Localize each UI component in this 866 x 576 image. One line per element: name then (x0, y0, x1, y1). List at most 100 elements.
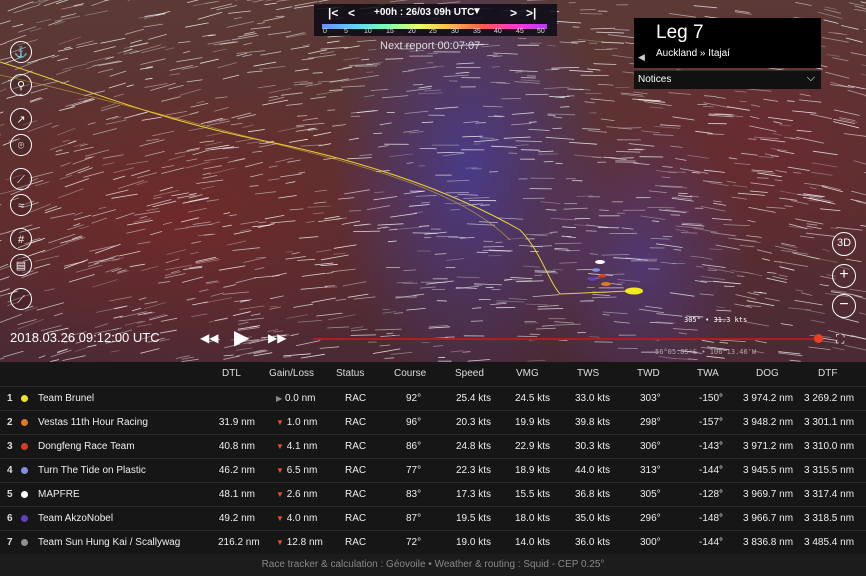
gain-loss-cell: ▼ 1.0 nm (276, 411, 317, 435)
boat-team-brunel[interactable] (625, 287, 643, 295)
ruler-icon[interactable]: ▤ (10, 254, 32, 276)
table-row[interactable]: 5 MAPFRE 48.1 nm ▼ 2.6 nm RAC 83° 17.3 kts 15.5… (0, 482, 866, 507)
rank-cell: 4 (7, 465, 13, 476)
team-name-cell[interactable]: Dongfeng Race Team (38, 435, 135, 459)
table-row[interactable]: 3 Dongfeng Race Team 40.8 nm ▼ 4.1 nm RAC 86°… (0, 434, 866, 459)
gain-loss-cell: ▶ 0.0 nm (276, 387, 316, 411)
team-name-cell[interactable]: Team Sun Hung Kai / Scallywag (38, 531, 180, 555)
tws-cell: 39.8 kts (575, 417, 611, 428)
boat-list-icon[interactable]: ⚓ (10, 41, 32, 63)
marker-icon[interactable]: ⌾ (10, 134, 32, 156)
twd-cell: 305° (640, 489, 661, 500)
col-tws[interactable]: TWS (577, 362, 599, 386)
dtl-cell: 40.8 nm (218, 441, 255, 452)
arrow-down-icon: ▼ (276, 466, 284, 475)
route-icon[interactable]: ↗ (10, 108, 32, 130)
tws-cell: 36.0 kts (575, 537, 611, 548)
table-row[interactable]: 1 Team Brunel ▶ 0.0 nm RAC 92° 25.4 kts 24.5 k… (0, 386, 866, 411)
team-name-cell[interactable]: Team Brunel (38, 387, 94, 411)
time-dropdown-icon[interactable]: ▼ (472, 6, 482, 17)
jump-start-icon[interactable]: |< (328, 6, 338, 20)
boat-mapfre[interactable] (595, 260, 605, 264)
progress-knob[interactable] (814, 334, 823, 343)
boat-akzonobel[interactable] (588, 277, 596, 281)
step-forward-icon[interactable]: > (510, 6, 517, 20)
course-cell: 72° (406, 537, 422, 548)
rewind-button[interactable]: ◀◀ (200, 331, 218, 345)
col-twa[interactable]: TWA (697, 362, 719, 386)
ranking-table: DTL Gain/Loss Status Course Speed VMG TW… (0, 362, 866, 554)
twd-cell: 298° (640, 417, 661, 428)
boat-turn-the-tide[interactable] (592, 268, 600, 272)
speed-cell: 20.3 kts (456, 417, 492, 428)
boat-vestas[interactable] (601, 282, 611, 286)
dtf-cell: 3 315.5 nm (804, 465, 855, 476)
grid-icon[interactable]: # (10, 228, 32, 250)
twa-cell: -143° (699, 441, 724, 452)
wind-layer-icon[interactable]: ≈ (10, 194, 32, 216)
col-dtf[interactable]: DTF (818, 362, 837, 386)
step-back-icon[interactable]: < (348, 6, 355, 20)
stats-chart-icon[interactable]: ⟋ (10, 288, 32, 310)
team-color-dot (21, 443, 28, 450)
table-row[interactable]: 2 Vestas 11th Hour Racing 31.9 nm ▼ 1.0 nm R… (0, 410, 866, 435)
vmg-cell: 19.9 kts (515, 417, 551, 428)
dtf-cell: 3 485.4 nm (804, 537, 855, 548)
col-vmg[interactable]: VMG (516, 362, 539, 386)
gain-loss-value: 6.5 nm (286, 465, 318, 476)
play-button[interactable]: ▶ (234, 325, 249, 350)
team-name-cell[interactable]: Team AkzoNobel (38, 507, 113, 531)
vmg-cell: 15.5 kts (515, 489, 551, 500)
col-twd[interactable]: TWD (637, 362, 660, 386)
col-course[interactable]: Course (394, 362, 426, 386)
zoom-in-button[interactable]: + (832, 264, 856, 288)
team-name-cell[interactable]: MAPFRE (38, 483, 80, 507)
team-name-cell[interactable]: Vestas 11th Hour Racing (38, 411, 148, 435)
prev-leg-icon[interactable]: ◀ (638, 52, 645, 63)
replay-progress-slider[interactable] (313, 334, 823, 343)
team-color-dot (21, 395, 28, 402)
vmg-cell: 24.5 kts (515, 393, 551, 404)
col-speed[interactable]: Speed (455, 362, 484, 386)
zoom-out-button[interactable]: − (832, 294, 856, 318)
twa-cell: -150° (699, 393, 724, 404)
gain-loss-value: 2.6 nm (286, 489, 318, 500)
jump-end-icon[interactable]: >| (526, 6, 536, 20)
leg-panel: Leg 7 ◀ Auckland » Itajaí (634, 18, 821, 68)
course-cell: 87° (406, 513, 422, 524)
team-color-dot (21, 539, 28, 546)
course-cell: 92° (406, 393, 422, 404)
speed-cell: 17.3 kts (456, 489, 492, 500)
gain-loss-value: 0.0 nm (284, 393, 316, 404)
link-icon[interactable]: ⚲ (10, 74, 32, 96)
boat-dongfeng[interactable] (598, 274, 606, 278)
gain-loss-value: 1.0 nm (286, 417, 318, 428)
dtf-cell: 3 269.2 nm (804, 393, 855, 404)
fast-forward-button[interactable]: ▶▶ (268, 331, 286, 345)
col-status[interactable]: Status (336, 362, 364, 386)
view-3d-button[interactable]: 3D (832, 232, 856, 256)
gain-loss-value: 4.0 nm (286, 513, 318, 524)
arrow-right-icon: ▶ (276, 394, 283, 403)
dtl-cell (218, 387, 255, 411)
gain-loss-value: 4.1 nm (286, 441, 318, 452)
dog-cell: 3 971.2 nm (743, 441, 794, 452)
col-dog[interactable]: DOG (756, 362, 779, 386)
status-cell: RAC (345, 417, 367, 428)
dog-cell: 3 966.7 nm (743, 513, 794, 524)
notices-dropdown[interactable]: Notices ⌵ (634, 70, 821, 89)
table-row[interactable]: 7 Team Sun Hung Kai / Scallywag 216.2 nm ▼ … (0, 530, 866, 555)
table-row[interactable]: 6 Team AkzoNobel 49.2 nm ▼ 4.0 nm RAC 87° 19.5… (0, 506, 866, 531)
col-dtl[interactable]: DTL (222, 362, 241, 386)
footer-credits: Race tracker & calculation : Géovoile • … (0, 554, 866, 576)
gain-loss-cell: ▼ 12.8 nm (276, 531, 323, 555)
wind-direction-icon[interactable]: ⟋ (10, 168, 32, 190)
col-gain-loss[interactable]: Gain/Loss (269, 362, 314, 386)
fullscreen-icon[interactable]: ⛶ (836, 332, 850, 346)
table-row[interactable]: 4 Turn The Tide on Plastic 46.2 nm ▼ 6.5 nm… (0, 458, 866, 483)
dtf-cell: 3 318.5 nm (804, 513, 855, 524)
status-cell: RAC (345, 537, 367, 548)
race-map[interactable]: ⚓ ⚲ ↗ ⌾ ⟋ ≈ # ▤ ⟋ 3D + − |< < +00h : 26/… (0, 0, 866, 362)
dtf-cell: 3 310.0 nm (804, 441, 855, 452)
team-name-cell[interactable]: Turn The Tide on Plastic (38, 459, 146, 483)
